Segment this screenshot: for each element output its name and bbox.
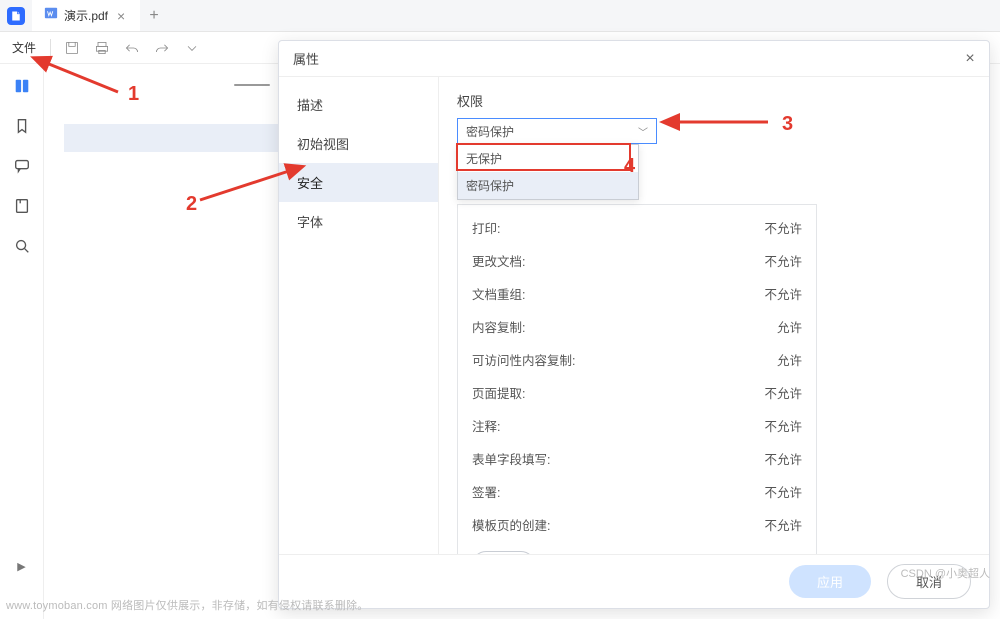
properties-dialog: 属性 × 描述初始视图安全字体 权限 密码保护 ﹀ 无保护密码保护 打印:不允许… (278, 40, 990, 609)
permission-label: 表单字段填写: (472, 449, 550, 468)
permission-value: 允许 (777, 350, 802, 369)
rail-expand-toggle[interactable]: ▶ (17, 560, 25, 573)
permission-label: 模板页的创建: (472, 515, 550, 534)
permission-row: 注释: 不允许 (472, 409, 802, 442)
tab-close-button[interactable]: × (114, 9, 128, 23)
watermark-bottom-left: www.toymoban.com 网络图片仅供展示，非存储，如有侵权请联系删除。 (6, 597, 368, 613)
bookmarks-panel-button[interactable] (10, 114, 34, 138)
permission-value: 不允许 (764, 383, 802, 402)
permission-row: 内容复制: 允许 (472, 310, 802, 343)
permission-label: 更改文档: (472, 251, 525, 270)
file-menu[interactable]: 文件 (6, 35, 42, 60)
permission-value: 允许 (777, 317, 802, 336)
dialog-content: 权限 密码保护 ﹀ 无保护密码保护 打印:不允许更改文档:不允许文档重组:不允许… (439, 77, 989, 554)
thumbnails-panel-button[interactable] (10, 74, 34, 98)
protection-option[interactable]: 密码保护 (458, 172, 638, 199)
toolbar-separator (50, 39, 51, 57)
permission-row: 更改文档: 不允许 (472, 244, 802, 277)
permission-value: 不允许 (764, 482, 802, 501)
permission-row: 页面提取: 不允许 (472, 376, 802, 409)
dialog-close-button[interactable]: × (961, 50, 979, 68)
sidebar-item-security[interactable]: 安全 (279, 163, 438, 202)
search-panel-button[interactable] (10, 234, 34, 258)
dialog-title: 属性 (293, 49, 319, 68)
permission-row: 文档重组: 不允许 (472, 277, 802, 310)
left-sidebar-rail: ▶ (0, 64, 44, 619)
pdf-app-icon (10, 10, 22, 22)
permissions-panel: 打印:不允许更改文档:不允许文档重组:不允许内容复制:允许可访问性内容复制:允许… (457, 204, 817, 554)
permission-label: 文档重组: (472, 284, 525, 303)
permission-value: 不允许 (764, 515, 802, 534)
app-logo (0, 0, 32, 31)
title-bar: 演示.pdf × + (0, 0, 1000, 32)
permission-value: 不允许 (764, 416, 802, 435)
permission-row: 可访问性内容复制: 允许 (472, 343, 802, 376)
apply-button[interactable]: 应用 (789, 565, 871, 598)
protection-select[interactable]: 密码保护 ﹀ (457, 118, 657, 144)
attachments-panel-button[interactable] (10, 194, 34, 218)
permission-label: 可访问性内容复制: (472, 350, 575, 369)
word-doc-icon (44, 6, 58, 25)
protection-dropdown-list: 无保护密码保护 (457, 144, 639, 200)
permission-row: 签署: 不允许 (472, 475, 802, 508)
permission-label: 注释: (472, 416, 500, 435)
permission-value: 不允许 (764, 218, 802, 237)
permission-label: 内容复制: (472, 317, 525, 336)
dialog-sidebar: 描述初始视图安全字体 (279, 77, 439, 554)
tab-title: 演示.pdf (64, 7, 108, 24)
document-tab[interactable]: 演示.pdf × (32, 0, 140, 31)
panel-handle[interactable] (234, 84, 270, 86)
section-title: 权限 (457, 91, 971, 110)
watermark-bottom-right: CSDN @小奥超人 (901, 565, 990, 581)
more-dropdown[interactable] (179, 35, 205, 61)
undo-button[interactable] (119, 35, 145, 61)
permissions-button[interactable]: 权限 (472, 551, 535, 554)
permission-value: 不允许 (764, 284, 802, 303)
permission-value: 不允许 (764, 251, 802, 270)
sidebar-item-fonts[interactable]: 字体 (279, 202, 438, 241)
protection-option[interactable]: 无保护 (458, 145, 638, 172)
permission-label: 页面提取: (472, 383, 525, 402)
protection-select-value: 密码保护 (466, 123, 514, 140)
permission-label: 签署: (472, 482, 500, 501)
permission-value: 不允许 (764, 449, 802, 468)
sidebar-item-initview[interactable]: 初始视图 (279, 124, 438, 163)
chevron-down-icon: ﹀ (638, 124, 648, 139)
permission-label: 打印: (472, 218, 500, 237)
permission-row: 模板页的创建: 不允许 (472, 508, 802, 541)
dialog-header: 属性 × (279, 41, 989, 77)
sidebar-item-desc[interactable]: 描述 (279, 85, 438, 124)
print-button[interactable] (89, 35, 115, 61)
permission-row: 表单字段填写: 不允许 (472, 442, 802, 475)
permission-row: 打印: 不允许 (472, 211, 802, 244)
save-button[interactable] (59, 35, 85, 61)
comments-panel-button[interactable] (10, 154, 34, 178)
dialog-footer: 应用 取消 (279, 554, 989, 608)
new-tab-button[interactable]: + (140, 0, 168, 31)
redo-button[interactable] (149, 35, 175, 61)
